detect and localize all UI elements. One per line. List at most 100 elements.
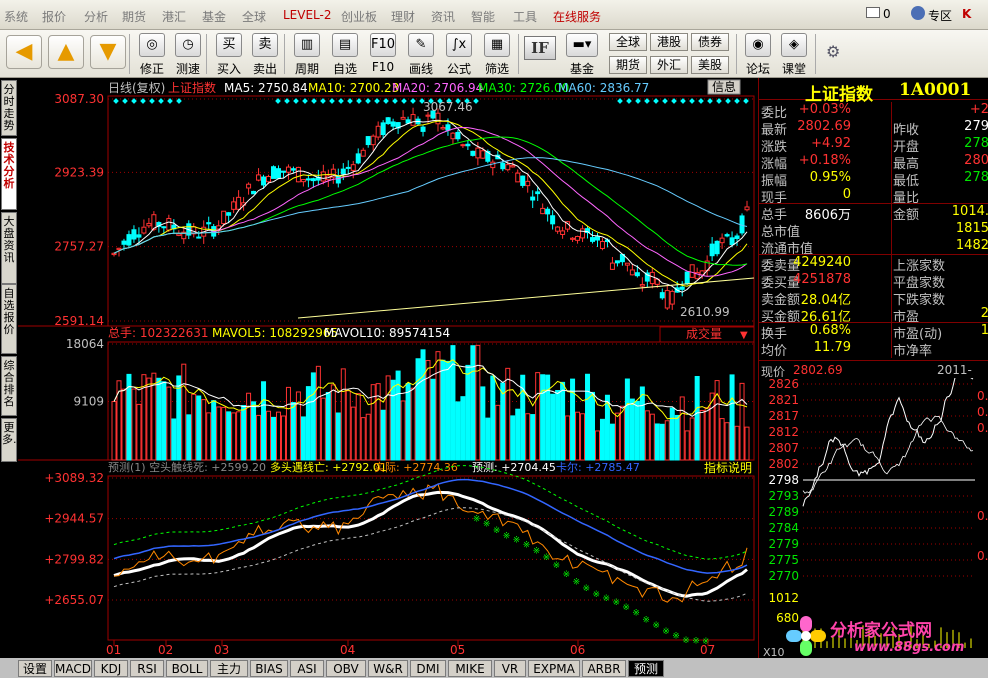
indicator-tab-5[interactable]: 主力 xyxy=(210,660,248,677)
indicator-tab-12[interactable]: VR xyxy=(494,660,526,677)
indicator-tab-7[interactable]: ASI xyxy=(290,660,324,677)
left-tabs: 分时走势技术分析大盘资讯 自选报价综合排名更多... xyxy=(0,78,24,658)
indicator-tab-8[interactable]: OBV xyxy=(326,660,366,677)
left-tab-5[interactable]: 更多... xyxy=(1,418,24,462)
indicator-tab-9[interactable]: W&R xyxy=(368,660,408,677)
volume-bar xyxy=(505,367,511,461)
left-tab-0[interactable]: 分时走势 xyxy=(1,80,17,136)
market-button-0-1[interactable]: 港股 xyxy=(650,33,688,51)
volume-bar xyxy=(684,430,690,461)
down-arrow-icon: ▼ xyxy=(99,39,117,64)
left-tab-2[interactable]: 大盘资讯 xyxy=(1,212,17,284)
indicator-tab-6[interactable]: BIAS xyxy=(250,660,288,677)
zone-label[interactable]: 专区 xyxy=(928,7,952,24)
menu-item-6[interactable]: 全球 xyxy=(242,8,266,25)
market-button-0-2[interactable]: 债券 xyxy=(691,33,729,51)
toolbar-label: 修正 xyxy=(139,62,164,76)
zone-icon[interactable] xyxy=(911,6,925,20)
left-tab-1[interactable]: 技术分析 xyxy=(1,138,17,210)
indicator-tab-1[interactable]: MACD xyxy=(54,660,92,677)
quote-row: 振幅 0.95% 最低 278 xyxy=(759,170,988,189)
indicator-tab-14[interactable]: ARBR xyxy=(582,660,626,677)
chart-svg[interactable]: 日线(复权) 上证指数 MA5: 2750.84 MA10: 2700.23MA20:… xyxy=(18,78,758,658)
candle-body xyxy=(131,229,137,240)
chart-area[interactable]: 日线(复权) 上证指数 MA5: 2750.84 MA10: 2700.23 MA20:… xyxy=(18,78,758,658)
menu-item-10[interactable]: 资讯 xyxy=(431,8,455,25)
indicator-tab-11[interactable]: MIKE xyxy=(448,660,492,677)
quote-value-2: 2 xyxy=(980,306,988,321)
candle-body xyxy=(440,127,446,130)
menu-item-2[interactable]: 分析 xyxy=(84,8,108,25)
bear-signal-mark: ※ xyxy=(682,636,690,646)
fund-button[interactable]: ▬▾ 基金 xyxy=(560,32,604,76)
toolbar-button-view_buttons-1[interactable]: ▤ 自选 xyxy=(326,32,364,76)
market-button-1-1[interactable]: 外汇 xyxy=(650,56,688,74)
menu-item-11[interactable]: 智能 xyxy=(471,8,495,25)
volume-bar xyxy=(261,381,267,461)
extra-label[interactable]: K xyxy=(962,7,971,21)
toolbar-button-view_buttons-2[interactable]: F10 F10 xyxy=(364,32,402,76)
ma-line-30 xyxy=(113,136,748,266)
candle-body xyxy=(380,122,386,136)
menu-item-13[interactable]: 在线服务 xyxy=(553,8,601,25)
market-button-0-0[interactable]: 全球 xyxy=(609,33,647,51)
toolbar-icon: ◉ xyxy=(745,33,771,57)
indicator-tab-10[interactable]: DMI xyxy=(410,660,446,677)
left-tab-3[interactable]: 自选报价 xyxy=(1,284,17,354)
toolbar-button-trade_buttons-0[interactable]: 买买入 xyxy=(211,32,247,76)
volume-bar xyxy=(226,411,232,461)
volume-bar xyxy=(495,404,501,461)
toolbar-button-view_buttons-3[interactable]: ✎ 画线 xyxy=(402,32,440,76)
quote-row: 最新 2802.69 昨收 279 xyxy=(759,119,988,138)
forecast-tick-label: +3089.32 xyxy=(44,471,104,485)
volume-bar xyxy=(535,372,541,461)
toolbar-icon: F10 xyxy=(370,33,396,57)
menu-item-0[interactable]: 系统 xyxy=(4,8,28,25)
menu-item-1[interactable]: 报价 xyxy=(42,8,66,25)
toolbar-button-extra_buttons-0[interactable]: ◉ 论坛 xyxy=(740,32,776,76)
toolbar-button-trade_buttons-1[interactable]: 卖卖出 xyxy=(247,32,283,76)
menu-item-8[interactable]: 创业板 xyxy=(341,8,377,25)
candle-body xyxy=(236,196,242,210)
toolbar-button-left_buttons-1[interactable]: ◷ 测速 xyxy=(170,32,206,76)
market-button-1-2[interactable]: 美股 xyxy=(691,56,729,74)
toolbar-button-extra_buttons-1[interactable]: ◈ 课堂 xyxy=(776,32,812,76)
menu-item-4[interactable]: 港汇 xyxy=(162,8,186,25)
mini-price-tick: 2807 xyxy=(768,441,799,455)
indicator-tab-2[interactable]: KDJ xyxy=(94,660,128,677)
toolbar-label: 测速 xyxy=(175,62,200,76)
candles xyxy=(111,107,750,311)
candle-body xyxy=(450,132,456,140)
volume-bar xyxy=(460,396,466,461)
toolbar-label: 买入 xyxy=(216,62,241,76)
indicator-tab-15[interactable]: 预测 xyxy=(628,660,664,677)
volume-bar xyxy=(555,390,561,461)
mail-icon[interactable] xyxy=(866,7,880,18)
up-button[interactable]: ▲ xyxy=(48,35,84,69)
back-button[interactable]: ◀ xyxy=(6,35,42,69)
toolbar-button-left_buttons-0[interactable]: ◎ 修正 xyxy=(134,32,170,76)
x-tick-label: 06 xyxy=(570,643,585,657)
menu-item-12[interactable]: 工具 xyxy=(513,8,537,25)
toolbar-button-view_buttons-5[interactable]: ▦ 筛选 xyxy=(478,32,516,76)
quote-title-bar: 上证指数 1A0001 xyxy=(759,78,988,105)
volume-bar xyxy=(510,415,516,461)
volume-bar xyxy=(724,422,730,461)
volume-bar xyxy=(565,415,571,461)
toolbar-button-view_buttons-0[interactable]: ▥ 周期 xyxy=(288,32,326,76)
menu-item-3[interactable]: 期货 xyxy=(122,8,146,25)
menu-item-9[interactable]: 理财 xyxy=(391,8,415,25)
if-futures-button[interactable]: IF xyxy=(524,36,556,60)
menu-item-7[interactable]: LEVEL-2 xyxy=(283,8,332,22)
menu-item-5[interactable]: 基金 xyxy=(202,8,226,25)
price-tick-label: 3087.30 xyxy=(54,92,104,106)
market-button-1-0[interactable]: 期货 xyxy=(609,56,647,74)
indicator-tab-13[interactable]: EXPMA xyxy=(528,660,580,677)
settings-gear-icon[interactable]: ⚙ xyxy=(826,44,840,60)
indicator-tab-0[interactable]: 设置 xyxy=(18,660,52,677)
indicator-tab-3[interactable]: RSI xyxy=(130,660,164,677)
down-button[interactable]: ▼ xyxy=(90,35,126,69)
left-tab-4[interactable]: 综合排名 xyxy=(1,356,17,416)
indicator-tab-4[interactable]: BOLL xyxy=(166,660,208,677)
toolbar-button-view_buttons-4[interactable]: ∫x 公式 xyxy=(440,32,478,76)
